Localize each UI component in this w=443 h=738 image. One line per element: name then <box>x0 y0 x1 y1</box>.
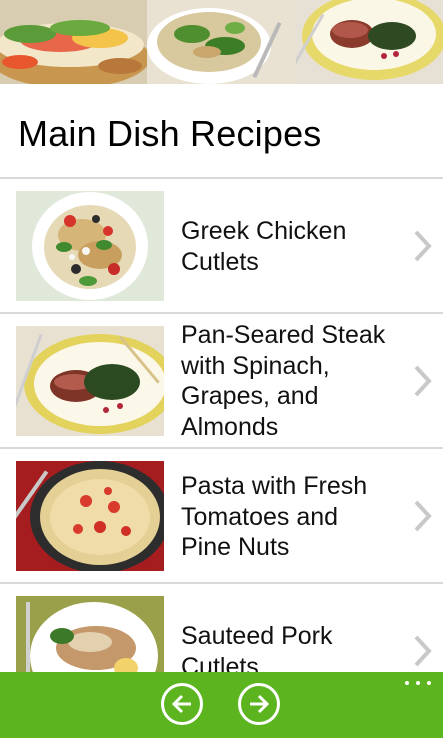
recipe-title: Pasta with Fresh Tomatoes and Pine Nuts <box>181 472 368 561</box>
hero-banner <box>0 0 443 84</box>
app-bar <box>0 672 443 738</box>
recipe-title: Sauteed Pork Cutlets <box>181 622 333 672</box>
recipe-row-pasta-fresh-tomatoes[interactable]: Pasta with Fresh Tomatoes and Pine Nuts <box>0 449 443 584</box>
hero-image-steak-plate <box>296 0 443 84</box>
recipe-thumbnail <box>16 461 164 571</box>
recipe-list[interactable]: Greek Chicken Cutlets Pan-Seared Steak w… <box>0 179 443 672</box>
hero-image-salad <box>147 0 296 84</box>
recipe-row-sauteed-pork-cutlets[interactable]: Sauteed Pork Cutlets <box>0 584 443 672</box>
recipe-thumbnail <box>16 191 164 301</box>
more-options-button[interactable] <box>405 678 431 688</box>
page-title: Main Dish Recipes <box>18 113 322 154</box>
recipe-title: Greek Chicken Cutlets <box>181 217 347 276</box>
recipe-thumbnail <box>16 596 164 672</box>
arrow-right-icon <box>250 694 270 714</box>
recipe-row-pan-seared-steak[interactable]: Pan-Seared Steak with Spinach, Grapes, a… <box>0 314 443 449</box>
forward-button[interactable] <box>238 683 280 725</box>
recipe-thumbnail <box>16 326 164 436</box>
chevron-right-icon <box>414 230 432 262</box>
ellipsis-icon <box>405 681 409 685</box>
arrow-left-icon <box>171 694 191 714</box>
chevron-right-icon <box>414 500 432 532</box>
back-button[interactable] <box>161 683 203 725</box>
recipe-row-greek-chicken-cutlets[interactable]: Greek Chicken Cutlets <box>0 179 443 314</box>
chevron-right-icon <box>414 365 432 397</box>
hero-image-sandwich <box>0 0 147 84</box>
recipe-title: Pan-Seared Steak with Spinach, Grapes, a… <box>181 321 386 441</box>
chevron-right-icon <box>414 635 432 667</box>
